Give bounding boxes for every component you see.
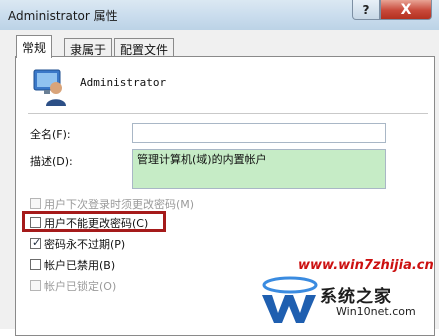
tab-member-of[interactable]: 隶属于 [64,38,113,57]
watermark-brand: 系统之家 [320,287,392,307]
separator [28,113,428,114]
close-icon: X [400,1,412,18]
checkbox-label: 帐户已禁用(B) [44,258,116,272]
checkbox-box [30,280,41,291]
checkbox-box [30,259,41,270]
checkbox-account-locked[interactable]: 帐户已锁定(O) [30,278,116,293]
checkbox-label: 密码永不过期(P) [44,237,126,251]
checkbox-box: ✓ [30,236,42,249]
tab-general-label: 常规 [22,41,47,55]
checkbox-label: 帐户已锁定(O) [44,279,117,293]
help-icon: ? [362,2,370,17]
description-field[interactable]: 管理计算机(域)的内置帐户 [132,149,386,189]
watermark-site: Win10net.com [336,305,416,318]
description-label: 描述(D): [30,155,73,168]
window-title: Administrator 属性 [8,9,118,23]
checkbox-label: 用户下次登录时须更改密码(M) [44,197,195,211]
highlight-box [22,211,166,232]
full-name-field[interactable] [132,123,386,143]
help-button[interactable]: ? [352,0,380,20]
checkbox-account-disabled[interactable]: 帐户已禁用(B) [30,257,115,272]
title-bar: Administrator 属性 ? X [0,0,439,31]
checkbox-must-change-password[interactable]: 用户下次登录时须更改密码(M) [30,196,194,211]
full-name-label: 全名(F): [30,128,71,141]
user-icon [33,69,66,106]
checkbox-password-never-expires[interactable]: ✓ 密码永不过期(P) [30,236,125,251]
user-name: Administrator [80,76,167,89]
tab-general[interactable]: 常规 [16,35,53,58]
tab-member-of-label: 隶属于 [70,43,107,57]
checkbox-box [30,198,41,209]
close-button[interactable]: X [380,0,432,20]
tab-profile[interactable]: 配置文件 [114,38,175,57]
check-mark-icon: ✓ [32,236,42,249]
watermark-logo-icon [262,276,318,323]
tab-profile-label: 配置文件 [120,43,169,57]
